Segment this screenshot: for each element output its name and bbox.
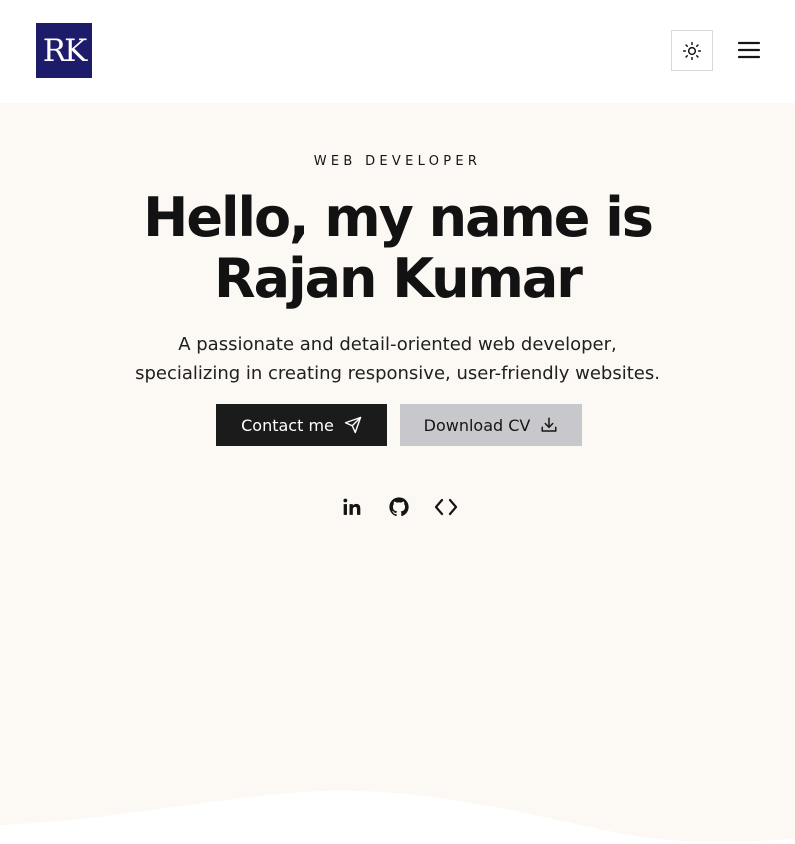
download-cv-label: Download CV [423,415,531,435]
linkedin-icon [343,498,361,515]
send-icon [344,416,362,434]
hero-subtitle: A passionate and detail-oriented web dev… [0,330,795,388]
hero-bottom-wave [0,790,795,844]
github-link[interactable] [386,494,412,520]
site-header: RK [0,0,795,103]
hamburger-menu-icon [737,41,761,59]
logo-text: RK [42,32,87,69]
theme-toggle-button[interactable] [671,30,713,71]
sun-icon [682,41,702,60]
download-cv-button[interactable]: Download CV [400,404,582,446]
hero-title-line-1: Hello, my name is [143,186,654,249]
logo[interactable]: RK [36,23,92,78]
hero-title-line-2: Rajan Kumar [214,247,583,310]
hero-subtitle-line-2: specializing in creating responsive, use… [135,363,660,384]
github-icon [389,497,409,517]
code-icon [434,498,458,516]
linkedin-link[interactable] [339,494,365,520]
code-link[interactable] [433,494,459,520]
download-icon [541,417,557,432]
hero-section: WEB DEVELOPER Hello, my name is Rajan Ku… [0,103,795,844]
contact-me-label: Contact me [241,415,334,435]
menu-button[interactable] [735,37,763,63]
hero-title: Hello, my name is Rajan Kumar [0,187,795,309]
hero-subtitle-line-1: A passionate and detail-oriented web dev… [178,334,617,355]
contact-me-button[interactable]: Contact me [216,404,387,446]
hero-kicker: WEB DEVELOPER [313,154,482,169]
